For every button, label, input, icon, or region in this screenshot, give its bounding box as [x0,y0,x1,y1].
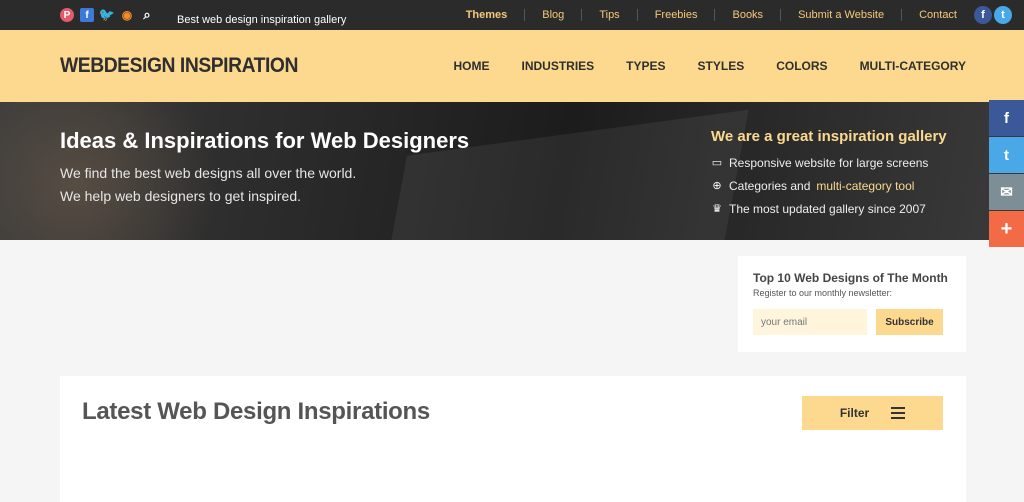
email-icon: ✉ [1000,184,1013,201]
tagline: Best web design inspiration gallery [177,14,347,26]
hero-features-title: We are a great inspiration gallery [711,128,947,145]
filter-button[interactable]: Filter [802,396,943,430]
top-nav: Themes Blog Tips Freebies Books Submit a… [449,0,974,30]
search-icon[interactable]: ⌕ [140,7,154,22]
nav-types[interactable]: TYPES [626,59,665,73]
top-nav-tips[interactable]: Tips [581,9,636,21]
share-twitter-button[interactable]: t [989,137,1024,173]
feature-updated-text: The most updated gallery since 2007 [729,201,926,216]
site-header: WEBDESIGN INSPIRATION HOME INDUSTRIES TY… [0,30,1024,102]
share-email-button[interactable]: ✉ [989,174,1024,210]
twitter-icon: t [1004,146,1009,164]
top-bar: P f 🐦 ◉ ⌕ Best web design inspiration ga… [0,0,1024,30]
feature-responsive: ▭ Responsive website for large screens [711,151,947,174]
latest-section: Latest Web Design Inspirations Filter [60,376,966,502]
hero-title: Ideas & Inspirations for Web Designers [60,128,470,153]
nav-colors[interactable]: COLORS [776,59,827,73]
plus-icon: + [1000,217,1013,240]
rss-icon[interactable]: ◉ [120,8,134,22]
share-sidebar: f t ✉ + [989,100,1024,248]
monitor-icon: ▭ [711,157,723,169]
top-nav-books[interactable]: Books [714,9,780,21]
pinterest-icon[interactable]: P [60,8,74,22]
nav-industries[interactable]: INDUSTRIES [521,59,594,73]
newsletter-box: Top 10 Web Designs of The Month Register… [738,256,966,352]
nav-styles[interactable]: STYLES [698,59,745,73]
email-input[interactable] [753,309,867,335]
hero-features: We are a great inspiration gallery ▭ Res… [711,128,947,220]
filter-label: Filter [839,406,870,420]
share-more-button[interactable]: + [989,211,1024,247]
hero-line-2: We help web designers to get inspired. [60,188,301,204]
feature-categories: ⊕ Categories and multi-category tool [711,174,947,197]
twitter-icon[interactable]: 🐦 [99,7,115,22]
facebook-icon: f [1004,109,1009,127]
top-nav-contact[interactable]: Contact [901,9,974,21]
hero-subtitle: We find the best web designs all over th… [60,162,356,208]
newsletter-title: Top 10 Web Designs of The Month [753,271,948,285]
zoom-icon: ⊕ [712,180,722,192]
top-nav-themes[interactable]: Themes [449,9,525,21]
hero-banner: Ideas & Inspirations for Web Designers W… [0,102,1024,240]
top-right-social: f t [974,6,1012,24]
twitter-icon[interactable]: t [994,6,1012,24]
feature-updated: ♛ The most updated gallery since 2007 [711,197,947,220]
newsletter-subtitle: Register to our monthly newsletter: [753,288,893,298]
share-facebook-button[interactable]: f [989,100,1024,136]
facebook-icon[interactable]: f [80,8,94,22]
main-nav: HOME INDUSTRIES TYPES STYLES COLORS MULT… [453,59,966,73]
trophy-icon: ♛ [712,203,722,215]
menu-icon [891,407,906,419]
top-social-icons: P f 🐦 ◉ ⌕ [60,7,154,22]
feature-responsive-text: Responsive website for large screens [729,155,929,170]
nav-multi-category[interactable]: MULTI-CATEGORY [860,59,966,73]
top-nav-submit[interactable]: Submit a Website [780,9,901,21]
nav-home[interactable]: HOME [453,59,489,73]
top-nav-freebies[interactable]: Freebies [636,9,715,21]
site-logo[interactable]: WEBDESIGN INSPIRATION [60,54,298,78]
feature-categories-text: Categories and [729,178,811,193]
latest-title: Latest Web Design Inspirations [82,398,430,425]
facebook-icon[interactable]: f [974,6,992,24]
multi-category-tool-link[interactable]: multi-category tool [816,179,914,193]
subscribe-button[interactable]: Subscribe [876,309,943,335]
top-nav-blog[interactable]: Blog [524,9,581,21]
hero-line-1: We find the best web designs all over th… [60,165,357,181]
